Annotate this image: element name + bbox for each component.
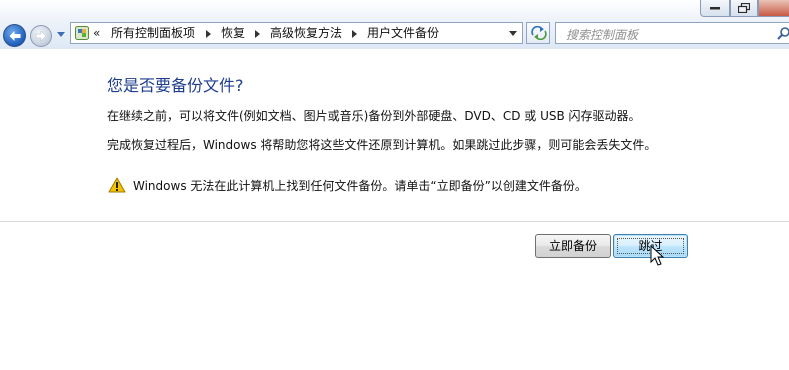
back-arrow-icon [9, 30, 20, 41]
breadcrumb-separator-icon[interactable] [352, 30, 357, 38]
recent-pages-dropdown[interactable] [57, 32, 65, 37]
window-chrome: « 所有控制面板项 恢复 高级恢复方法 用户文件备份 搜索控制面板 [0, 0, 789, 49]
breadcrumb-all-control-panel-items[interactable]: 所有控制面板项 [111, 25, 195, 41]
refresh-icon [531, 26, 547, 40]
address-history-dropdown-icon[interactable] [509, 31, 517, 36]
refresh-button[interactable] [526, 22, 550, 44]
intro-paragraph: 在继续之前，可以将文件(例如文档、图片或音乐)备份到外部硬盘、DVD、CD 或 … [107, 109, 641, 123]
minimize-button[interactable] [700, 0, 730, 17]
breadcrumb-user-file-backup[interactable]: 用户文件备份 [367, 25, 439, 41]
minimize-icon [710, 7, 720, 10]
breadcrumb-recovery[interactable]: 恢复 [221, 25, 245, 41]
forward-button[interactable] [30, 25, 52, 47]
address-bar[interactable]: « 所有控制面板项 恢复 高级恢复方法 用户文件备份 [70, 22, 523, 44]
restore-icon [738, 3, 750, 13]
backup-now-button[interactable]: 立即备份 [535, 234, 611, 258]
forward-arrow-icon [35, 30, 47, 42]
back-button[interactable] [3, 24, 26, 47]
search-icon[interactable] [777, 26, 789, 40]
address-overflow-chevron[interactable]: « [93, 25, 100, 41]
search-placeholder[interactable]: 搜索控制面板 [566, 26, 638, 43]
breadcrumb-separator-icon[interactable] [206, 30, 211, 38]
close-button[interactable] [758, 0, 789, 17]
divider [0, 221, 789, 222]
cursor-icon [650, 245, 664, 266]
page-title: 您是否要备份文件? [107, 76, 244, 95]
breadcrumb-advanced-recovery-methods[interactable]: 高级恢复方法 [270, 25, 342, 41]
search-box[interactable]: 搜索控制面板 [555, 22, 789, 44]
no-backup-warning: Windows 无法在此计算机上找到任何文件备份。请单击“立即备份”以创建文件备… [133, 179, 587, 193]
control-panel-icon [75, 26, 89, 40]
breadcrumb-separator-icon[interactable] [255, 30, 260, 38]
restore-info-paragraph: 完成恢复过程后，Windows 将帮助您将这些文件还原到计算机。如果跳过此步骤，… [107, 138, 657, 152]
restore-button[interactable] [730, 0, 758, 17]
warning-icon [108, 177, 126, 193]
